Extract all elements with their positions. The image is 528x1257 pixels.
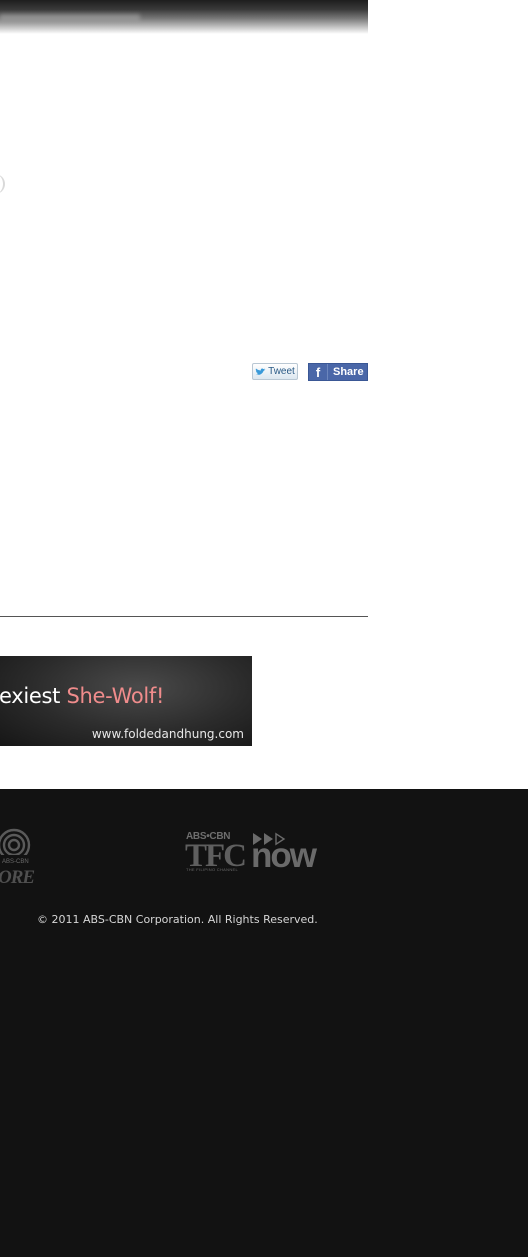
section-divider bbox=[0, 616, 368, 617]
promo-banner[interactable]: exiest She-Wolf! www.foldedandhung.com bbox=[0, 656, 252, 746]
abs-cbn-store-logo[interactable]: ABS-CBN ORE bbox=[0, 823, 42, 888]
svg-text:ORE: ORE bbox=[0, 867, 34, 887]
banner-headline: exiest She-Wolf! bbox=[0, 684, 164, 708]
tfc-logo-now: now bbox=[251, 836, 317, 875]
tfc-logo-tagline: THE FILIPINO CHANNEL bbox=[186, 867, 239, 872]
carousel-edge-arrow-icon[interactable] bbox=[0, 174, 5, 194]
twitter-bird-icon bbox=[255, 368, 266, 375]
svg-text:ABS-CBN: ABS-CBN bbox=[2, 859, 29, 865]
facebook-share-button[interactable]: f Share bbox=[308, 363, 368, 381]
banner-headline-accent: She-Wolf! bbox=[66, 684, 165, 708]
banner-headline-prefix: exiest bbox=[0, 684, 61, 708]
facebook-icon: f bbox=[309, 364, 328, 380]
tweet-button[interactable]: Tweet bbox=[252, 363, 298, 380]
header-shadow-highlight bbox=[0, 14, 140, 20]
facebook-share-label: Share bbox=[333, 366, 364, 378]
page: Tweet f Share exiest She-Wolf! www.folde… bbox=[0, 0, 528, 1257]
store-logo-icon: ABS-CBN ORE bbox=[0, 828, 38, 888]
tweet-button-label: Tweet bbox=[268, 366, 295, 377]
tfc-now-logo[interactable]: ABS•CBN TFC THE FILIPINO CHANNEL now bbox=[185, 831, 323, 875]
copyright-text: © 2011 ABS-CBN Corporation. All Rights R… bbox=[37, 913, 318, 926]
site-footer: ABS-CBN ORE ABS•CBN TFC THE FILIPINO CHA… bbox=[0, 789, 528, 1257]
header-shadow-strip bbox=[0, 0, 368, 34]
banner-url: www.foldedandhung.com bbox=[91, 727, 244, 741]
